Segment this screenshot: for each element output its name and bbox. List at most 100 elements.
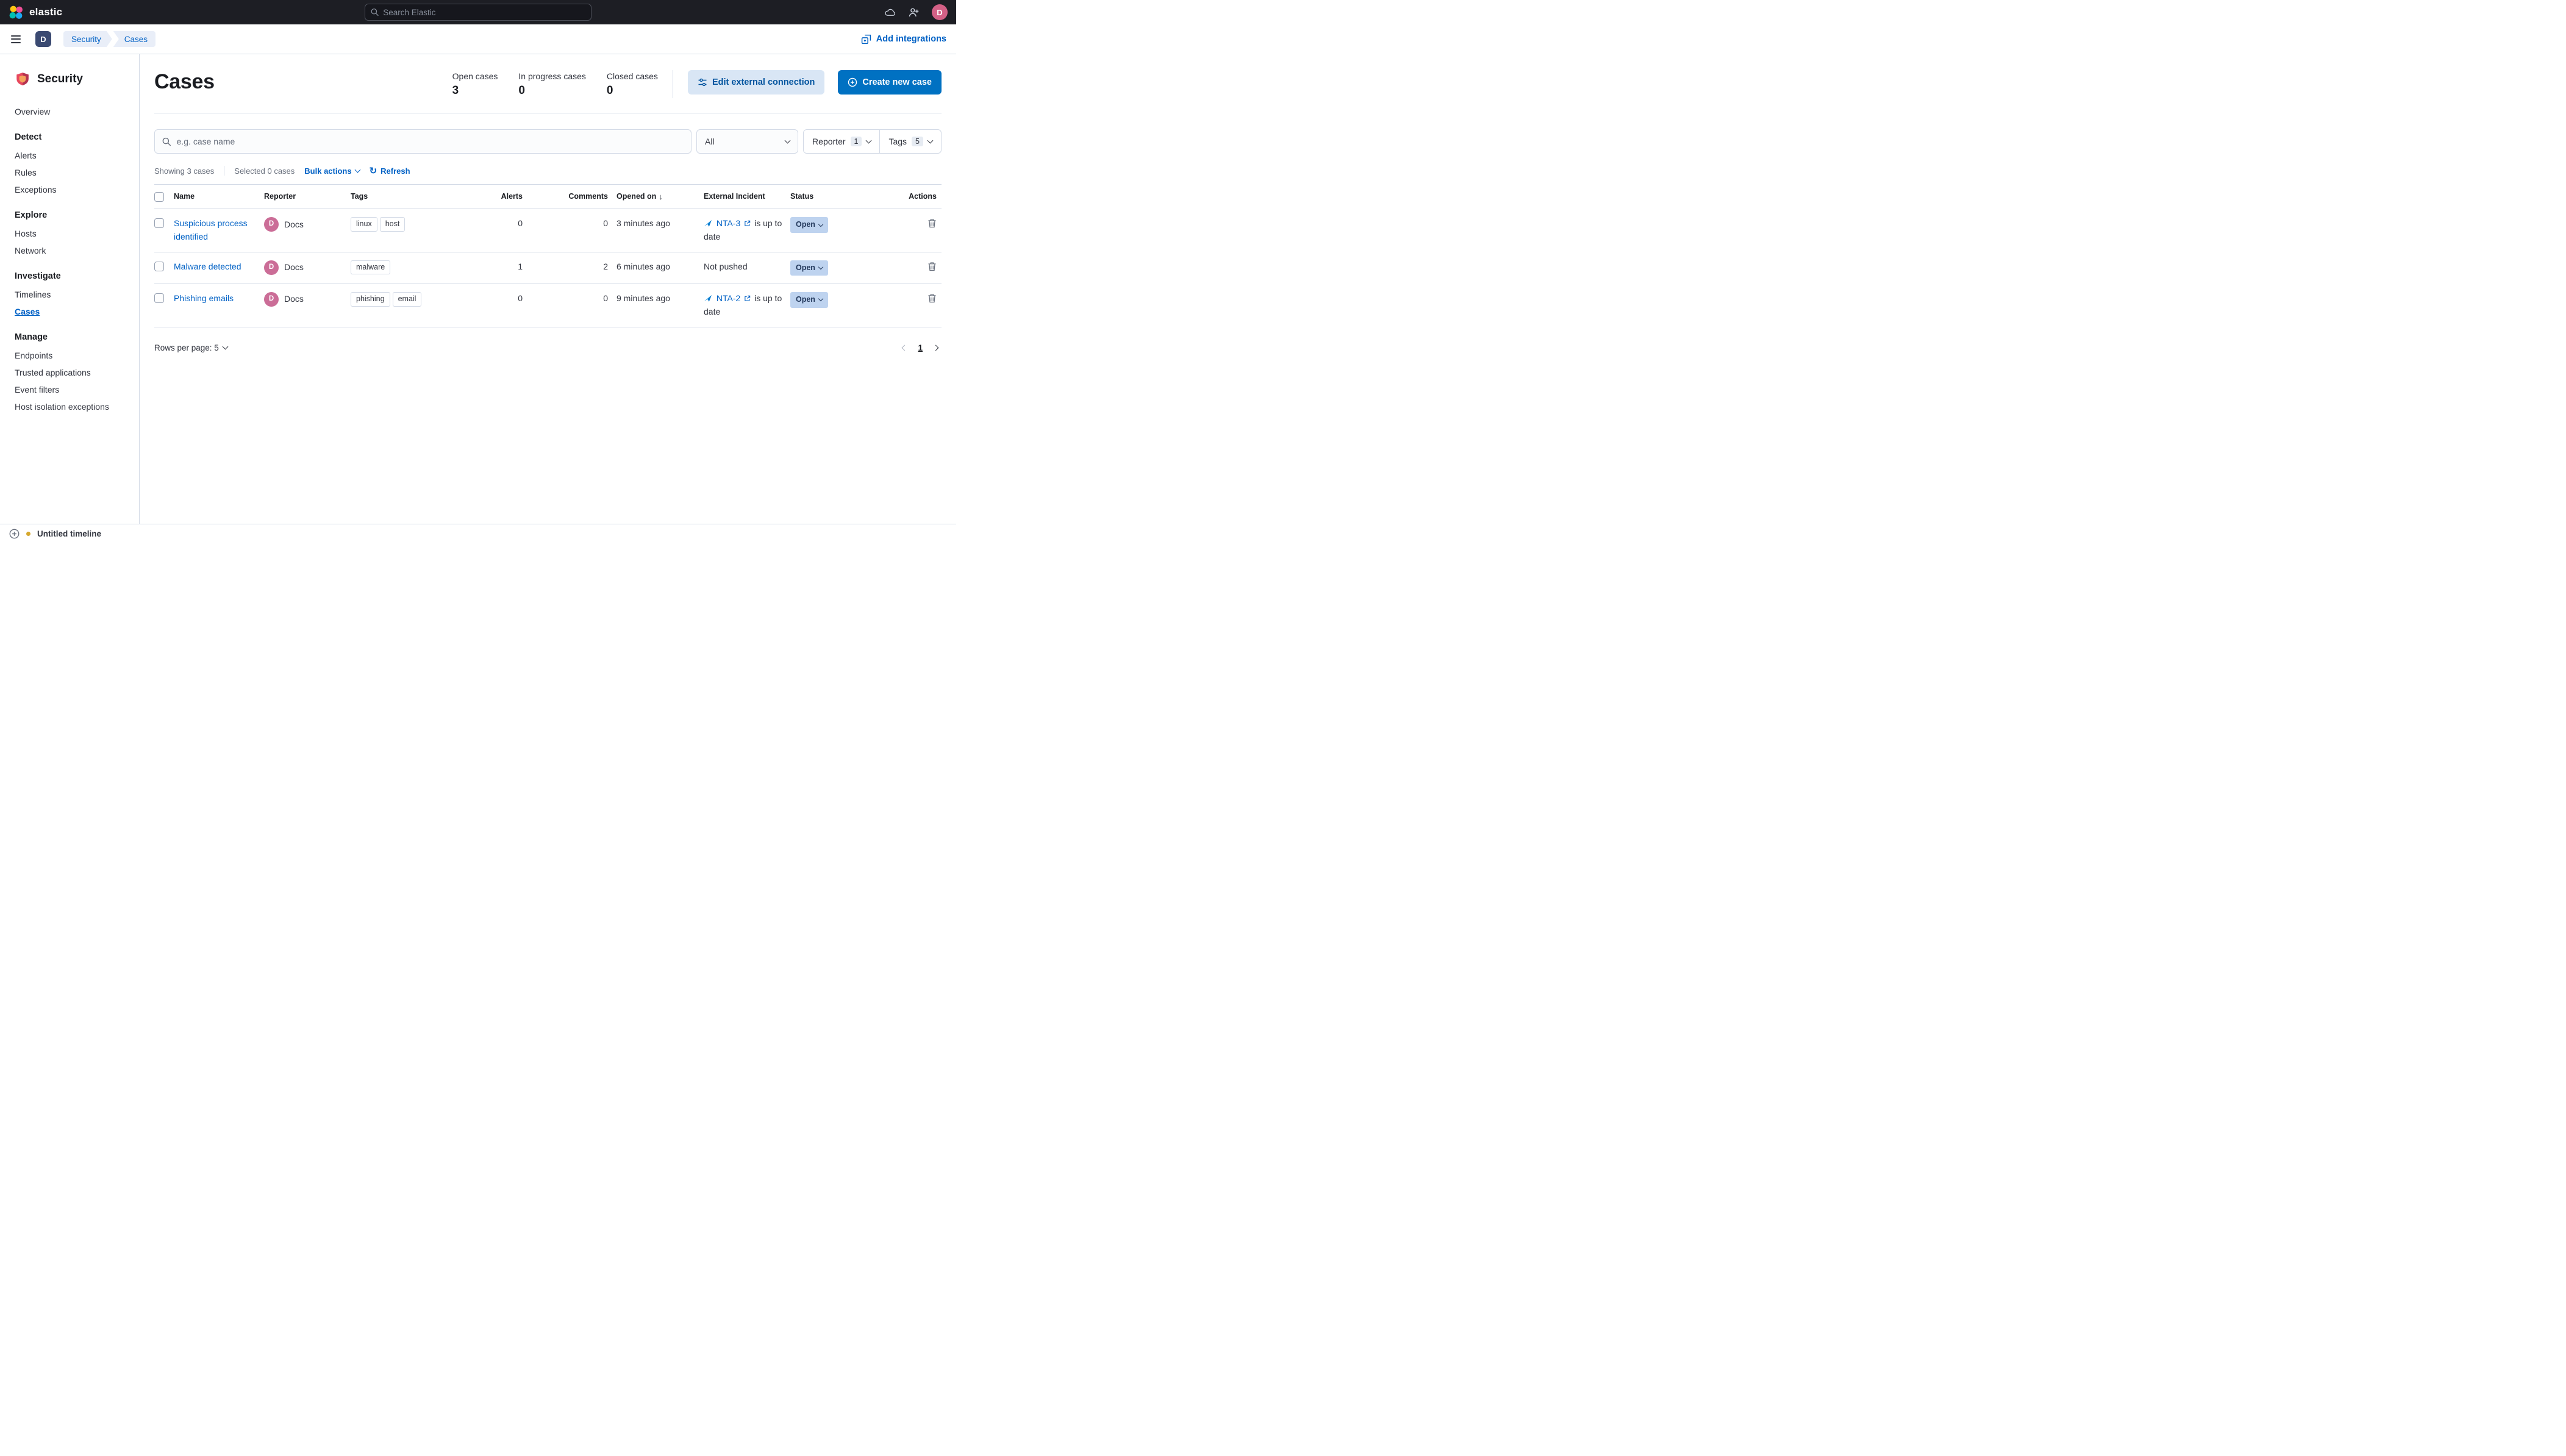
comments-count: 2 [603,261,608,271]
breadcrumb-item-security[interactable]: Security [63,31,112,47]
sidebar-item-cases[interactable]: Cases [15,303,129,320]
sidebar-item-rules[interactable]: Rules [15,164,129,181]
sidebar-item-timelines[interactable]: Timelines [15,286,129,303]
header-actions: D [884,4,948,20]
opened-on: 6 minutes ago [616,261,670,271]
breadcrumb-item-cases[interactable]: Cases [113,31,156,47]
user-add-icon[interactable] [908,7,920,18]
add-integrations-button[interactable]: Add integrations [861,34,946,45]
search-icon [371,8,379,16]
table-body: Suspicious process identified D Docs linu… [154,209,942,327]
sidebar-item-network[interactable]: Network [15,242,129,259]
delete-case-icon[interactable] [927,218,937,228]
case-search[interactable] [154,129,692,154]
status-badge[interactable]: Open [790,292,828,308]
reporter-cell: D Docs [264,260,346,275]
comments-count: 0 [603,218,608,229]
global-search-input[interactable] [383,7,585,17]
column-header-comments[interactable]: Comments [531,185,616,209]
row-checkbox[interactable] [154,218,164,229]
column-header-alerts[interactable]: Alerts [495,185,531,209]
chevron-down-icon [927,137,934,144]
tag-pill: host [379,217,406,232]
sidebar-item-overview[interactable]: Overview [15,103,129,120]
row-checkbox[interactable] [154,293,164,304]
column-header-opened-on[interactable]: Opened on ↓ [616,185,704,209]
table-header-row: Name Reporter Tags Alerts Comments Opene… [154,184,942,210]
table-utility-bar: Showing 3 cases Selected 0 cases Bulk ac… [154,166,942,176]
sidebar-item-exceptions[interactable]: Exceptions [15,181,129,198]
sidebar-nav: Overview Detect Alerts Rules Exceptions Ex… [15,103,129,415]
chevron-down-icon [222,343,229,350]
external-incident-link[interactable]: NTA-3 [717,218,740,228]
page-header: Cases Open cases 3 In progress cases 0 Close… [154,70,942,113]
chevron-down-icon [818,264,824,270]
global-search[interactable] [365,4,591,21]
stat-in-progress-cases: In progress cases 0 [518,71,586,97]
case-name-link[interactable]: Malware detected [174,260,241,274]
opened-on: 3 minutes ago [616,218,670,229]
reporter-avatar: D [264,260,279,275]
sidebar-item-trusted-applications[interactable]: Trusted applications [15,364,129,381]
external-incident-cell: Not pushed [704,261,748,271]
row-checkbox[interactable] [154,261,164,271]
alerts-count: 1 [518,261,523,271]
column-header-external-incident[interactable]: External Incident [704,185,790,209]
tag-pill: email [392,292,422,307]
case-name-link[interactable]: Phishing emails [174,292,234,305]
case-name-link[interactable]: Suspicious process identified [174,217,259,243]
sidebar-section-header: Explore [15,210,48,220]
previous-page-button[interactable] [902,344,908,351]
space-badge[interactable]: D [35,31,51,47]
column-header-status[interactable]: Status [790,185,876,209]
table-row: Phishing emails D Docs phishing email 0 0 … [154,284,942,327]
add-timeline-icon[interactable] [9,529,20,539]
external-incident-cell: NTA-3 is up to date [704,218,782,242]
create-new-case-button[interactable]: Create new case [838,70,942,95]
delete-case-icon[interactable] [927,293,937,303]
cloud-icon[interactable] [884,7,896,18]
rows-per-page-button[interactable]: Rows per page: 5 [154,343,229,352]
page-number[interactable]: 1 [918,343,923,352]
column-header-name[interactable]: Name [174,185,264,209]
reporter-filter[interactable]: Reporter 1 [804,130,879,153]
delete-case-icon[interactable] [927,262,937,271]
select-all-checkbox[interactable] [154,192,164,202]
refresh-button[interactable]: ↻ Refresh [370,166,410,176]
case-search-input[interactable] [176,137,684,146]
elastic-logo-icon [9,5,23,19]
solution-filter-select[interactable]: All [696,129,799,154]
reporter-name: Docs [284,219,304,229]
column-header-tags[interactable]: Tags [351,185,495,209]
status-badge[interactable]: Open [790,217,828,233]
bulk-actions-button[interactable]: Bulk actions [304,166,361,176]
chevron-down-icon [818,221,824,227]
sidebar-item-alerts[interactable]: Alerts [15,147,129,164]
untitled-timeline-button[interactable]: Untitled timeline [37,529,101,538]
selected-count: Selected 0 cases [234,166,295,176]
tags-filter[interactable]: Tags 5 [879,130,941,153]
opened-on: 9 minutes ago [616,293,670,304]
column-header-reporter[interactable]: Reporter [264,185,351,209]
reporter-filter-label: Reporter [812,137,846,146]
tags-cell: malware [351,260,490,275]
external-connector-icon [704,220,712,227]
table-row: Malware detected D Docs malware 1 2 6 min… [154,252,942,285]
edit-external-connection-label: Edit external connection [712,77,815,87]
elastic-logo[interactable]: elastic [9,5,62,20]
edit-external-connection-button[interactable]: Edit external connection [687,70,825,95]
next-page-button[interactable] [932,344,939,351]
status-badge[interactable]: Open [790,260,828,276]
sidebar-item-hosts[interactable]: Hosts [15,225,129,242]
plus-circle-icon [848,77,857,87]
sidebar-item-event-filters[interactable]: Event filters [15,381,129,398]
reporter-cell: D Docs [264,217,346,232]
sidebar-item-endpoints[interactable]: Endpoints [15,347,129,364]
sidebar-section-header: Investigate [15,271,61,281]
menu-icon[interactable] [10,33,22,46]
sort-descending-icon: ↓ [659,192,663,202]
sidebar-item-host-isolation-exceptions[interactable]: Host isolation exceptions [15,398,129,415]
user-avatar[interactable]: D [932,4,948,20]
sidebar-section-header: Detect [15,132,42,142]
external-incident-link[interactable]: NTA-2 [717,293,740,303]
